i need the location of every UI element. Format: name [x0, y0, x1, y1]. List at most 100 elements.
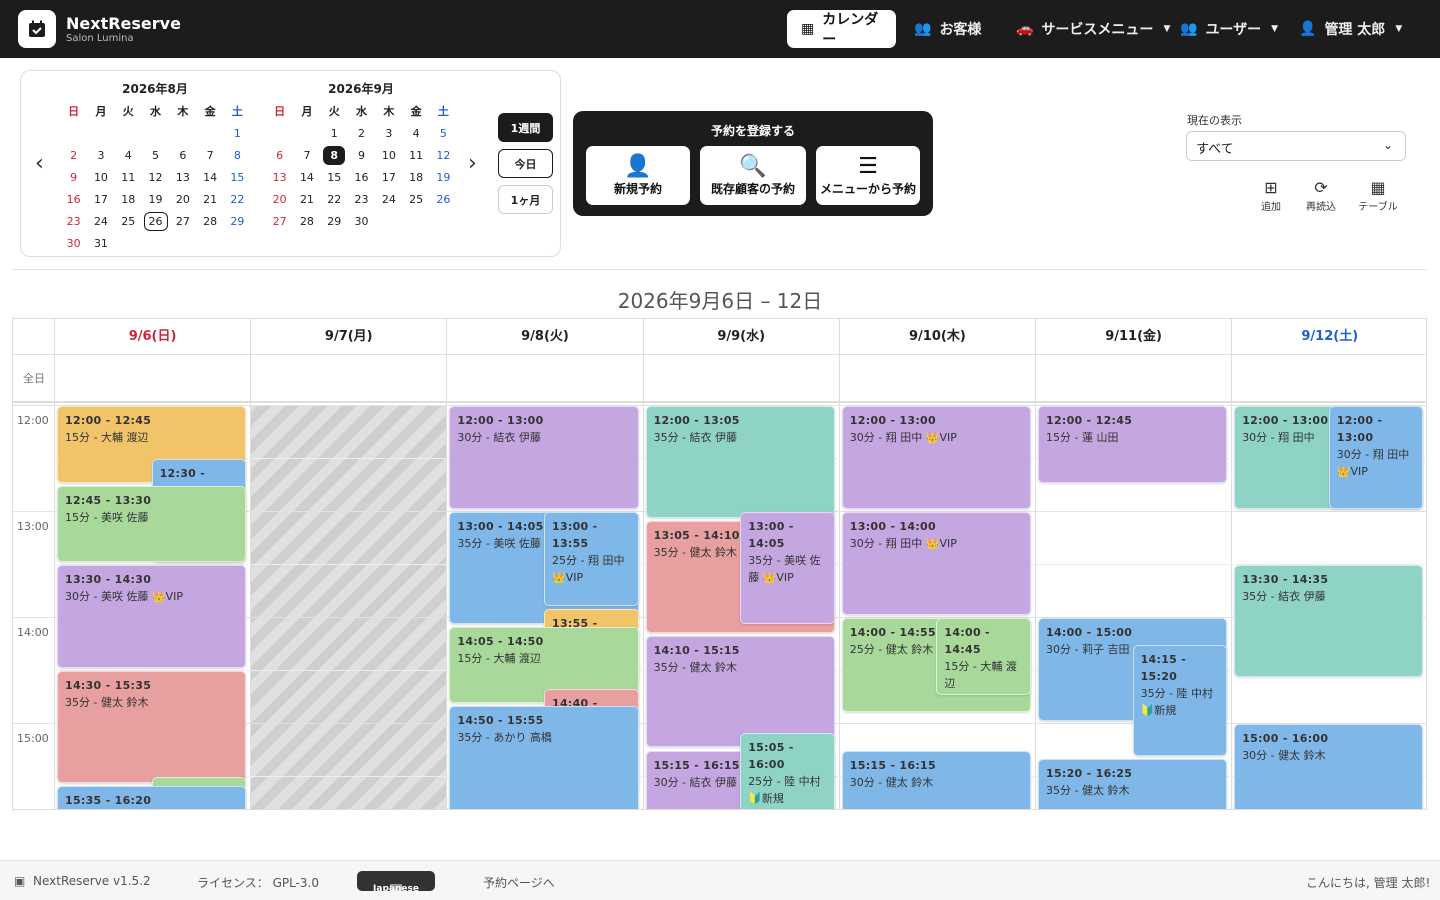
mini-calendar-day[interactable]: 5 [430, 122, 457, 144]
reservation-event[interactable]: 15:20 - 16:25 35分 - 健太 鈴木 [1038, 759, 1228, 809]
day-header[interactable]: 9/8(火) [446, 319, 642, 355]
mini-calendar-day[interactable]: 10 [87, 166, 114, 188]
day-header[interactable]: 9/10(木) [838, 319, 1035, 355]
mini-calendar-day[interactable]: 8 [321, 144, 348, 166]
mini-calendar-day[interactable]: 10 [375, 144, 402, 166]
mini-calendar-day[interactable]: 8 [224, 144, 251, 166]
booking-page-link[interactable]: 予約ページへ [483, 874, 555, 891]
mini-calendar-day[interactable]: 2 [60, 144, 87, 166]
reload-button[interactable]: ⟳ 再読込 [1299, 178, 1343, 213]
range-month-button[interactable]: 1ヶ月 [498, 185, 553, 214]
mini-calendar-day[interactable]: 6 [266, 144, 293, 166]
reservation-event[interactable]: 12:00 - 13:00 30分 - 結衣 伊藤 [449, 406, 639, 509]
mini-calendar-day[interactable]: 13 [266, 166, 293, 188]
reservation-event[interactable]: 13:30 - 14:35 35分 - 結衣 伊藤 [1234, 565, 1424, 677]
mini-calendar-day[interactable]: 16 [60, 188, 87, 210]
mini-calendar-day[interactable]: 29 [224, 210, 251, 232]
mini-calendar-day[interactable]: 19 [142, 188, 169, 210]
new-reservation-button[interactable]: 👤 新規予約 [586, 146, 690, 205]
nav-account[interactable]: 👤 管理 太郎 ▼ [1285, 10, 1416, 48]
mini-calendar-day[interactable]: 29 [321, 210, 348, 232]
mini-calendar-day[interactable]: 21 [293, 188, 320, 210]
reservation-event[interactable]: 14:30 - 15:35 35分 - 健太 鈴木 [57, 671, 247, 783]
reservation-event[interactable]: 12:00 - 13:00 30分 - 翔 田中 👑VIP [841, 406, 1031, 509]
nav-calendar[interactable]: ▦ カレンダー [787, 10, 896, 48]
mini-calendar-day[interactable]: 3 [87, 144, 114, 166]
reservation-event[interactable]: 12:45 - 13:30 15分 - 美咲 佐藤 [57, 485, 247, 562]
selected-day[interactable]: 8 [323, 145, 346, 165]
mini-calendar-day[interactable]: 25 [115, 210, 142, 232]
reservation-event[interactable]: 14:15 - 15:20 35分 - 陸 中村 🔰新規 [1132, 644, 1228, 757]
day-header[interactable]: 9/7(月) [250, 319, 446, 355]
reservation-event[interactable]: 14:10 - 15:15 35分 - 健太 鈴木 [645, 635, 835, 748]
mini-calendar-day[interactable]: 18 [115, 188, 142, 210]
today-day[interactable]: 26 [143, 211, 168, 231]
reservation-event[interactable]: 14:00 - 14:45 15分 - 大輔 渡辺 [936, 618, 1031, 695]
range-week-button[interactable]: 1週間 [498, 113, 553, 142]
mini-calendar-day[interactable]: 12 [142, 166, 169, 188]
mini-calendar-day[interactable]: 18 [402, 166, 429, 188]
reservation-event[interactable]: 15:15 - 16:15 30分 - 健太 鈴木 [841, 750, 1031, 809]
table-view-button[interactable]: ▦ テーブル [1356, 178, 1400, 213]
nav-services[interactable]: 🚗 サービスメニュー ▼ [1002, 10, 1184, 48]
mini-calendar-day[interactable]: 6 [169, 144, 196, 166]
reservation-event[interactable]: 15:05 - 16:00 25分 - 陸 中村 🔰新規 [740, 732, 835, 809]
calendar-logo-icon[interactable] [18, 10, 56, 48]
mini-calendar-day[interactable]: 5 [142, 144, 169, 166]
mini-calendar-day[interactable]: 25 [402, 188, 429, 210]
mini-calendar-day[interactable]: 31 [87, 232, 114, 254]
mini-calendar-day[interactable]: 17 [87, 188, 114, 210]
mini-calendar-day[interactable]: 11 [115, 166, 142, 188]
reservation-event[interactable]: 12:00 - 13:00 30分 - 翔 田中 👑VIP [1328, 406, 1424, 509]
reservation-event[interactable]: 15:35 - 16:20 [57, 785, 247, 809]
mini-calendar-day[interactable]: 27 [169, 210, 196, 232]
mini-calendar-day[interactable]: 22 [224, 188, 251, 210]
mini-calendar-day[interactable]: 24 [375, 188, 402, 210]
mini-calendar-day[interactable]: 1 [321, 122, 348, 144]
day-header[interactable]: 9/9(水) [642, 319, 839, 355]
day-header[interactable]: 9/12(土) [1231, 319, 1426, 355]
reservation-event[interactable]: 14:50 - 15:55 35分 - あかり 高橋 [449, 706, 639, 809]
mini-calendar-day[interactable]: 9 [348, 144, 375, 166]
nav-users[interactable]: 👥 ユーザー ▼ [1166, 10, 1292, 48]
mini-calendar-day[interactable]: 20 [266, 188, 293, 210]
reservation-event[interactable]: 12:00 - 13:05 35分 - 結衣 伊藤 [645, 406, 835, 518]
mini-calendar-day[interactable]: 2 [348, 122, 375, 144]
mini-calendar-day[interactable]: 20 [169, 188, 196, 210]
mini-calendar-day[interactable]: 4 [115, 144, 142, 166]
mini-calendar-day[interactable]: 13 [169, 166, 196, 188]
mini-calendar-day[interactable]: 7 [196, 144, 223, 166]
mini-calendar-day[interactable]: 7 [293, 144, 320, 166]
mini-calendar-day[interactable]: 26 [430, 188, 457, 210]
mini-calendar-day[interactable]: 23 [60, 210, 87, 232]
mini-calendar-day[interactable]: 19 [430, 166, 457, 188]
reservation-event[interactable]: 13:00 - 14:05 35分 - 美咲 佐藤 👑VIP [740, 512, 835, 624]
mini-calendar-day[interactable]: 9 [60, 166, 87, 188]
mini-calendar-day[interactable]: 1 [224, 122, 251, 144]
mini-calendar-day[interactable]: 27 [266, 210, 293, 232]
footer-license[interactable]: ライセンス： GPL-3.0 [197, 874, 319, 891]
range-today-button[interactable]: 今日 [498, 149, 553, 178]
mini-calendar-day[interactable]: 30 [60, 232, 87, 254]
day-header[interactable]: 9/11(金) [1035, 319, 1231, 355]
mini-calendar-day[interactable]: 11 [402, 144, 429, 166]
display-select[interactable]: すべて ⌄ [1186, 131, 1406, 161]
next-month-button[interactable]: › [468, 151, 477, 176]
mini-calendar-day[interactable]: 4 [402, 122, 429, 144]
mini-calendar-day[interactable]: 30 [348, 210, 375, 232]
reservation-event[interactable]: 12:00 - 12:45 15分 - 蓮 山田 [1038, 406, 1228, 483]
mini-calendar-day[interactable]: 23 [348, 188, 375, 210]
existing-customer-button[interactable]: 🔍 既存顧客の予約 [700, 146, 806, 205]
mini-calendar-day[interactable]: 21 [196, 188, 223, 210]
prev-month-button[interactable]: ‹ [35, 151, 44, 176]
reservation-event[interactable]: 13:00 - 13:55 25分 - 翔 田中 👑VIP [544, 512, 639, 607]
mini-calendar-day[interactable]: 15 [224, 166, 251, 188]
nav-customers[interactable]: 👥 お客様 [900, 10, 995, 48]
mini-calendar-day[interactable]: 28 [293, 210, 320, 232]
day-header[interactable]: 9/6(日) [54, 319, 250, 355]
language-button[interactable]: ⌨ Japanese [357, 871, 435, 894]
add-button[interactable]: ⊞ 追加 [1249, 178, 1293, 213]
mini-calendar-day[interactable]: 12 [430, 144, 457, 166]
mini-calendar-day[interactable]: 15 [321, 166, 348, 188]
mini-calendar-day[interactable]: 24 [87, 210, 114, 232]
